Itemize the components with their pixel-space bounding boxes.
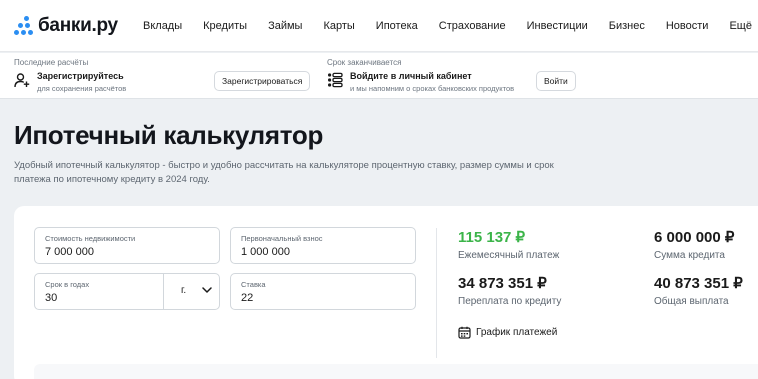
down-payment-input[interactable]: 1 000 000 (241, 246, 290, 258)
interest-rate-input[interactable]: 22 (241, 292, 253, 304)
payment-schedule-link[interactable]: График платежей (458, 326, 557, 339)
total-payment-value: 40 873 351 ₽ (654, 275, 743, 292)
recent-calculations-caption: Последние расчёты (14, 58, 89, 67)
top-header: банки.ру Вклады Кредиты Займы Карты Ипот… (0, 0, 758, 52)
mortgage-calculator-card: Стоимость недвижимости 7 000 000 Первона… (14, 206, 758, 379)
nav-item-loans[interactable]: Займы (268, 20, 302, 32)
site-logo[interactable]: банки.ру (14, 15, 118, 37)
chevron-down-icon (202, 287, 212, 293)
nav-item-deposits[interactable]: Вклады (143, 20, 182, 32)
nav-item-credits[interactable]: Кредиты (203, 20, 247, 32)
nav-item-more[interactable]: Ещё (729, 20, 752, 32)
register-button[interactable]: Зарегистрироваться (214, 71, 311, 91)
loan-amount-value: 6 000 000 ₽ (654, 229, 735, 246)
overpayment-label: Переплата по кредиту (458, 296, 562, 307)
property-value-input[interactable]: 7 000 000 (45, 246, 94, 258)
main-nav: Вклады Кредиты Займы Карты Ипотека Страх… (143, 0, 758, 52)
login-button[interactable]: Войти (536, 71, 576, 91)
card-bottom-strip (34, 364, 758, 379)
list-icon (328, 72, 343, 88)
total-payment-label: Общая выплата (654, 296, 729, 307)
down-payment-label: Первоначальный взнос (241, 234, 323, 243)
term-unit-select[interactable]: г. (163, 274, 221, 309)
property-value-field[interactable]: Стоимость недвижимости 7 000 000 (34, 227, 220, 264)
loan-term-label: Срок в годах (45, 280, 90, 289)
term-unit-value: г. (181, 285, 187, 296)
add-user-icon (14, 73, 30, 88)
interest-rate-label: Ставка (241, 280, 266, 289)
account-prompt-bar: Последние расчёты Зарегистрируйтесь для … (0, 53, 758, 99)
overpayment-value: 34 873 351 ₽ (458, 275, 547, 292)
nav-item-news[interactable]: Новости (666, 20, 709, 32)
monthly-payment-label: Ежемесячный платеж (458, 250, 560, 261)
nav-item-investments[interactable]: Инвестиции (527, 20, 588, 32)
register-description: для сохранения расчётов (37, 84, 127, 93)
login-title: Войдите в личный кабинет (350, 71, 472, 81)
property-value-label: Стоимость недвижимости (45, 234, 136, 243)
payment-schedule-label: График платежей (476, 327, 558, 338)
page-description: Удобный ипотечный калькулятор - быстро и… (14, 160, 554, 185)
loan-term-field[interactable]: Срок в годах 30 г. (34, 273, 220, 310)
calendar-icon (458, 326, 471, 339)
monthly-payment-value: 115 137 ₽ (458, 229, 526, 246)
logo-text: банки.ру (38, 15, 118, 36)
loan-amount-label: Сумма кредита (654, 250, 725, 261)
logo-dots-icon (14, 16, 34, 36)
nav-item-mortgage[interactable]: Ипотека (376, 20, 418, 32)
login-description: и мы напомним о сроках банковских продук… (350, 84, 515, 93)
nav-item-cards[interactable]: Карты (323, 20, 354, 32)
nav-item-insurance[interactable]: Страхование (439, 20, 506, 32)
nav-item-business[interactable]: Бизнес (609, 20, 645, 32)
down-payment-field[interactable]: Первоначальный взнос 1 000 000 (230, 227, 416, 264)
page-title: Ипотечный калькулятор (14, 120, 324, 150)
results-divider (436, 228, 437, 358)
loan-term-input[interactable]: 30 (45, 292, 57, 304)
term-expiring-caption: Срок заканчивается (327, 58, 402, 67)
interest-rate-field[interactable]: Ставка 22 (230, 273, 416, 310)
register-title: Зарегистрируйтесь (37, 71, 124, 81)
